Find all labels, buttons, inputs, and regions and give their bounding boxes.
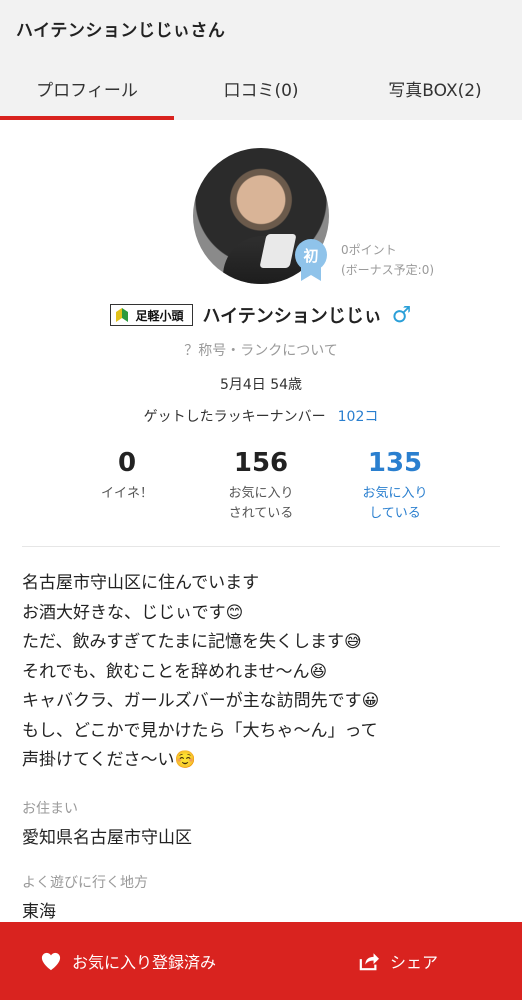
bio-line: ただ、飲みすぎてたまに記憶を失くします😅 xyxy=(22,632,362,652)
user-name: ハイテンションじじぃ xyxy=(202,306,382,327)
stat-favoriting-count: 135 xyxy=(367,448,423,478)
bio-line: キャバクラ、ガールズバーが主な訪問先です😀 xyxy=(22,691,380,711)
bonus-value: (ボーナス予定:0) xyxy=(341,263,435,277)
stat-favorited-by-label: お気に入り されている xyxy=(194,484,328,524)
residence-value: 愛知県名古屋市守山区 xyxy=(22,827,192,848)
rank-label: 足軽小頭 xyxy=(135,308,184,323)
rank-badge[interactable]: 足軽小頭 xyxy=(110,304,193,326)
heart-icon xyxy=(41,952,61,971)
name-row: 足軽小頭 ハイテンションじじぃ ♂ xyxy=(0,302,522,328)
beginner-badge-icon: 初 xyxy=(295,239,327,281)
share-icon xyxy=(359,953,379,971)
stat-favoriting-label-line2: している xyxy=(369,506,421,521)
birthday-age: 5月4日 54歳 xyxy=(219,377,303,393)
stats-row: 0 イイネ！ 156 お気に入り されている 135 お気に入り している xyxy=(0,448,522,524)
share-button-label: シェア xyxy=(389,953,438,972)
lucky-number-label: ゲットしたラッキーナンバー xyxy=(143,409,326,425)
rank-info-link[interactable]: ？称号・ランクについて xyxy=(0,340,522,360)
avatar-container: 初 0ポイント (ボーナス予定:0) xyxy=(193,148,434,284)
bio-line: 声掛けてくださ〜い☺️ xyxy=(22,750,196,770)
points-value: 0ポイント xyxy=(341,243,397,257)
tab-bar: プロフィール 口コミ(0) 写真BOX(2) xyxy=(0,56,522,120)
area-label: よく遊びに行く地方 xyxy=(22,874,148,891)
residence-field: お住まい 愛知県名古屋市守山区 xyxy=(0,798,522,850)
stat-likes: 0 イイネ！ xyxy=(60,448,194,524)
area-value: 東海 xyxy=(22,901,56,922)
stat-likes-label: イイネ！ xyxy=(100,486,153,501)
stat-favoriting[interactable]: 135 お気に入り している xyxy=(328,448,462,524)
tab-reviews[interactable]: 口コミ(0) xyxy=(174,56,348,120)
badge-label: 初 xyxy=(303,247,318,265)
bio-line: それでも、飲むことを辞めれませ〜ん😆 xyxy=(22,661,328,682)
beginner-leaf-icon xyxy=(116,308,129,322)
favorite-button[interactable]: お気に入り登録済み xyxy=(0,922,239,1000)
page-title: ハイテンションじじぃさん xyxy=(16,20,226,41)
stat-likes-count: 0 xyxy=(117,448,137,478)
bottom-action-bar: お気に入り登録済み シェア xyxy=(0,922,522,1000)
tab-photo-box[interactable]: 写真BOX(2) xyxy=(348,56,522,120)
profile-page: ハイテンションじじぃさん プロフィール 口コミ(0) 写真BOX(2) 初 0ポ… xyxy=(0,0,522,1000)
stat-favorited-by: 156 お気に入り されている xyxy=(194,448,328,524)
male-icon: ♂ xyxy=(391,302,412,328)
lucky-number-value[interactable]: 102コ xyxy=(338,409,379,425)
bio-text: 名古屋市守山区に住んでいます お酒大好きな、じじぃです😊 ただ、飲みすぎてたまに… xyxy=(0,547,522,776)
bio-line: 名古屋市守山区に住んでいます xyxy=(22,573,260,593)
app-header: ハイテンションじじぃさん xyxy=(0,0,522,56)
stat-favoriting-label: お気に入り している xyxy=(328,484,462,524)
stat-favorited-by-label-line2: されている xyxy=(228,506,294,521)
bio-line: お酒大好きな、じじぃです😊 xyxy=(22,602,244,623)
profile-card: 初 0ポイント (ボーナス予定:0) 足軽小頭 ハイテンションじじぃ ♂ ？称号… xyxy=(0,120,522,524)
share-button[interactable]: シェア xyxy=(239,922,522,1000)
residence-label: お住まい xyxy=(22,800,78,817)
favorite-button-label: お気に入り登録済み xyxy=(72,953,217,972)
tab-profile[interactable]: プロフィール xyxy=(0,56,174,120)
lucky-number-row: ゲットしたラッキーナンバー 102コ xyxy=(0,406,522,426)
points-info: 0ポイント (ボーナス予定:0) xyxy=(341,240,434,280)
stat-favoriting-label-line1: お気に入り xyxy=(362,486,428,501)
stat-favorited-by-count: 156 xyxy=(233,448,289,478)
bio-line: もし、どこかで見かけたら「大ちゃ〜ん」って xyxy=(22,720,378,741)
stat-favorited-by-label-line1: お気に入り xyxy=(228,486,294,501)
area-field: よく遊びに行く地方 東海 xyxy=(0,872,522,924)
